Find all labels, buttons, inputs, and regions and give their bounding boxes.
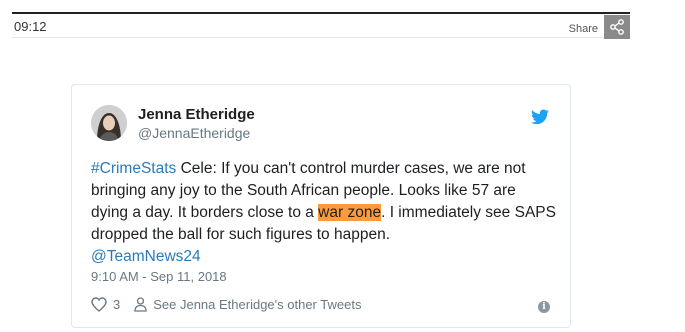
like-count: 3: [113, 297, 121, 312]
article-toolbar: 09:12 Share: [12, 12, 630, 39]
twitter-bird-icon[interactable]: [531, 109, 549, 125]
share-button[interactable]: [604, 15, 630, 39]
tweet-text: #CrimeStats Cele: If you can't control m…: [91, 158, 556, 268]
highlighted-phrase: war zone: [318, 204, 382, 221]
heart-icon[interactable]: [91, 297, 107, 312]
author-handle[interactable]: @JennaEtheridge: [138, 125, 250, 141]
timestamp-label: 09:12: [14, 19, 47, 34]
embedded-tweet: Jenna Etheridge @JennaEtheridge #CrimeSt…: [71, 84, 571, 328]
profile-link[interactable]: See Jenna Etheridge's other Tweets: [153, 297, 361, 312]
avatar-portrait: [91, 105, 127, 141]
mention-link[interactable]: @TeamNews24: [91, 248, 201, 265]
hashtag-link[interactable]: #CrimeStats: [91, 160, 176, 177]
tweet-timestamp[interactable]: 9:10 AM - Sep 11, 2018: [91, 269, 227, 284]
avatar[interactable]: [91, 105, 127, 141]
person-icon: [134, 297, 147, 312]
share-label[interactable]: Share: [569, 23, 598, 35]
share-icon: [610, 19, 624, 35]
author-name[interactable]: Jenna Etheridge: [138, 106, 255, 123]
info-icon[interactable]: i: [538, 301, 550, 313]
tweet-actions: 3 See Jenna Etheridge's other Tweets: [91, 297, 361, 312]
